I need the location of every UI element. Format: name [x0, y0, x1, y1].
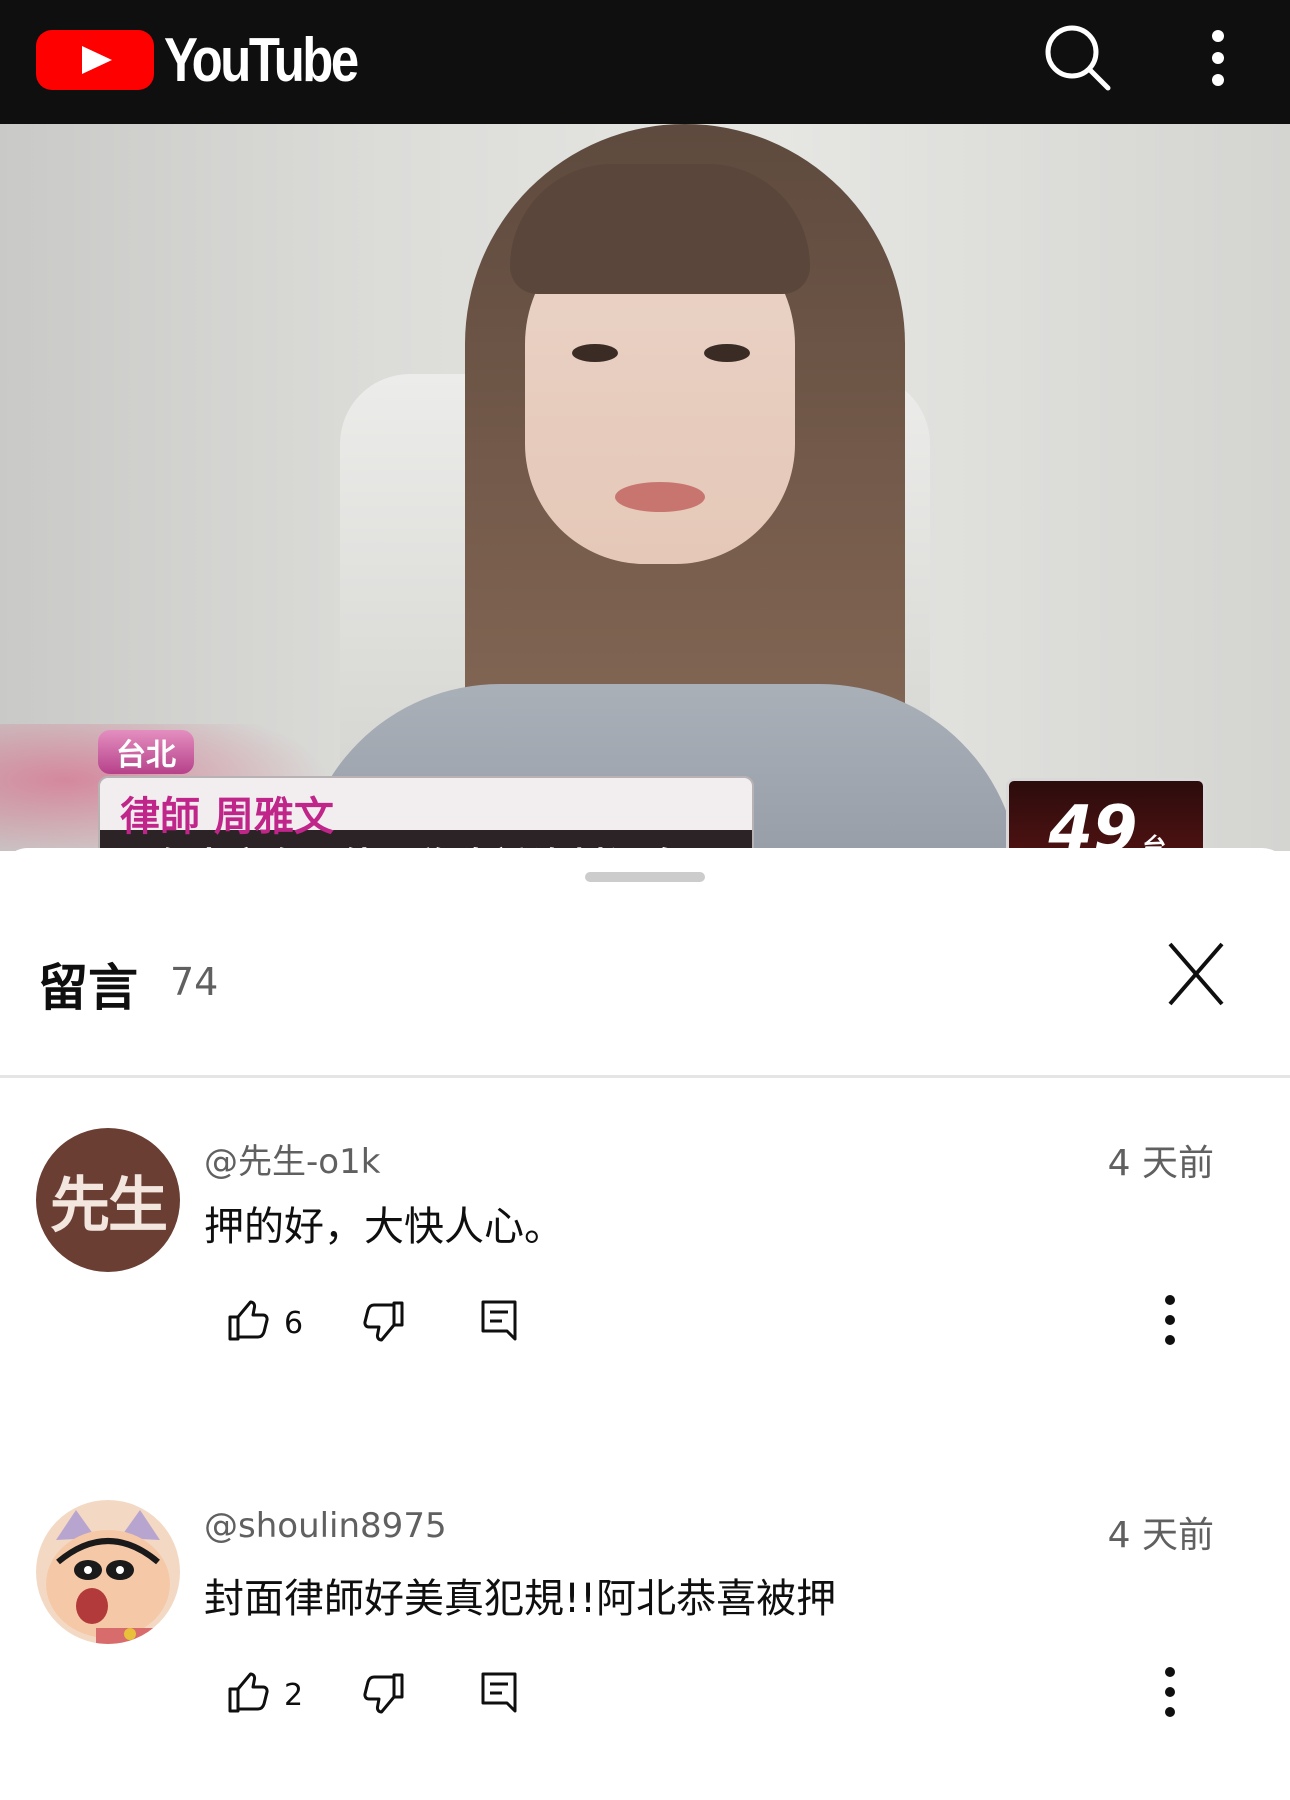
like-button[interactable]: 6	[226, 1296, 303, 1346]
like-count: 2	[284, 1678, 304, 1713]
comment-time: 4 天前	[1107, 1515, 1214, 1556]
top-app-bar: YouTube	[0, 0, 1290, 124]
avatar[interactable]	[36, 1500, 180, 1644]
video-player[interactable]: 台北 律師 周雅文 而在本案有可能因為卷證資料過多 49台	[0, 124, 1290, 851]
youtube-logo[interactable]: YouTube	[36, 20, 399, 100]
video-scene-mouth	[615, 482, 705, 512]
thumb-down-icon	[363, 1301, 404, 1342]
speaker-name: 律師 周雅文	[120, 794, 334, 840]
dislike-button[interactable]	[362, 1668, 406, 1718]
video-scene-bangs	[510, 164, 810, 294]
close-icon	[1168, 942, 1224, 1006]
cartoon-avatar-icon	[36, 1500, 180, 1644]
lower-third-caption: 律師 周雅文 而在本案有可能因為卷證資料過多	[98, 776, 754, 851]
comment-more-button[interactable]	[1150, 1664, 1190, 1720]
dislike-button[interactable]	[362, 1296, 406, 1346]
like-button[interactable]: 2	[226, 1668, 303, 1718]
reply-button[interactable]	[480, 1296, 520, 1346]
drag-handle[interactable]	[585, 872, 705, 882]
comment-item: 先生 @先生-o1k 4 天前 押的好，大快人心。 6	[0, 1128, 1290, 1428]
thumb-down-icon	[363, 1673, 404, 1714]
more-vert-icon	[1212, 30, 1224, 86]
search-icon	[1045, 25, 1111, 91]
video-scene-eye	[704, 344, 750, 362]
comments-sheet: 留言 74 先生 @先生-o1k 4 天前 押的好，大快人心。 6 @shoul…	[0, 848, 1290, 1772]
comment-author[interactable]: @shoulin8975	[204, 1506, 447, 1546]
more-vert-icon	[1165, 1295, 1175, 1345]
reply-icon	[481, 1300, 517, 1341]
comment-text: 封面律師好美真犯規!!阿北恭喜被押	[204, 1576, 837, 1622]
comment-item: @shoulin8975 4 天前 封面律師好美真犯規!!阿北恭喜被押 2	[0, 1500, 1290, 1800]
reply-icon	[481, 1672, 517, 1713]
comments-title: 留言	[38, 959, 138, 1017]
comment-text: 押的好，大快人心。	[204, 1204, 564, 1250]
thumb-up-icon	[228, 1300, 269, 1341]
divider	[0, 1075, 1290, 1078]
location-tag: 台北	[98, 730, 194, 774]
comment-more-button[interactable]	[1150, 1292, 1190, 1348]
like-count: 6	[284, 1306, 304, 1341]
search-button[interactable]	[1038, 18, 1118, 98]
more-options-button[interactable]	[1196, 18, 1240, 98]
comment-time: 4 天前	[1107, 1143, 1214, 1184]
comment-author[interactable]: @先生-o1k	[204, 1134, 380, 1183]
reply-button[interactable]	[480, 1668, 520, 1718]
comments-count: 74	[170, 960, 219, 1004]
more-vert-icon	[1165, 1667, 1175, 1717]
video-scene-eye	[572, 344, 618, 362]
youtube-play-icon	[36, 30, 154, 90]
close-comments-button[interactable]	[1164, 940, 1258, 1012]
thumb-up-icon	[228, 1672, 269, 1713]
app-name: YouTube	[164, 25, 359, 95]
avatar-text: 先生	[36, 1128, 180, 1272]
avatar[interactable]: 先生	[36, 1128, 180, 1272]
channel-number: 49	[1048, 793, 1138, 851]
channel-badge: 49 台	[1006, 778, 1206, 851]
